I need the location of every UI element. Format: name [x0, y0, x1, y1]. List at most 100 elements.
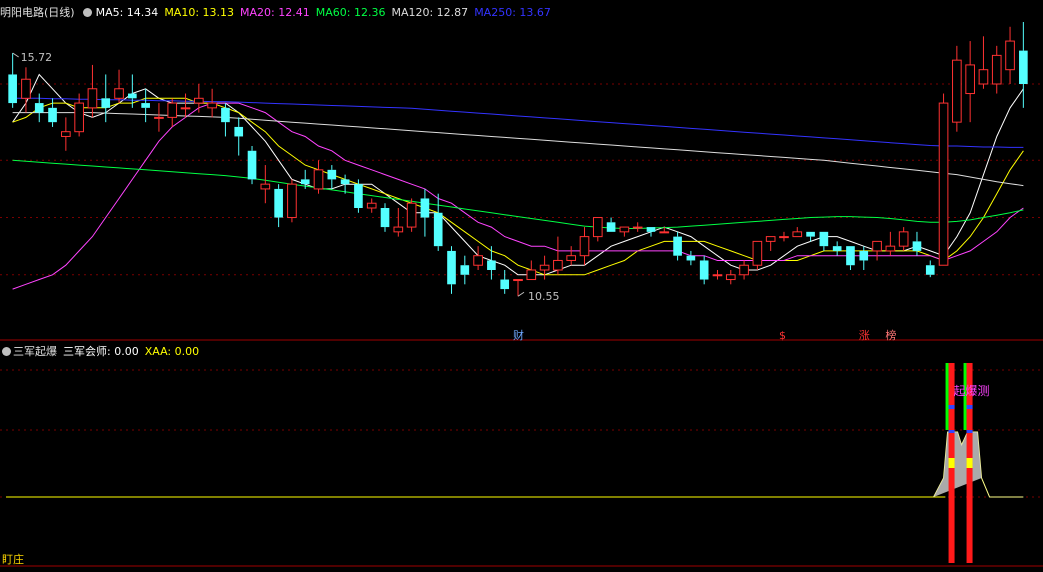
- candle-body-up: [752, 240, 763, 266]
- candle: [447, 246, 456, 294]
- sub-toggle-icon[interactable]: [2, 347, 11, 356]
- candle-body-down: [646, 227, 656, 232]
- signal-spike-mark: [948, 405, 955, 409]
- candle-body-down: [327, 169, 337, 180]
- candle: [406, 198, 417, 232]
- sub-chart-title: 三军起爆: [13, 345, 57, 358]
- candle-body-up: [167, 102, 178, 118]
- candle-body-up: [313, 169, 324, 190]
- candle-body-down: [48, 107, 57, 123]
- candle-body-down: [420, 198, 430, 218]
- candle-body-up: [539, 264, 550, 271]
- watch-button[interactable]: 盯庄: [2, 551, 24, 567]
- ma-line-ma10: [12, 97, 1024, 276]
- ma-legend-item: MA250: 13.67: [474, 6, 551, 19]
- candle-body-down: [673, 236, 682, 256]
- ma-legend-item: MA20: 12.41: [240, 6, 310, 19]
- candle: [938, 93, 949, 266]
- candle: [274, 184, 283, 228]
- low-marker: [517, 291, 525, 297]
- candle: [673, 231, 682, 261]
- candle: [1019, 22, 1028, 108]
- candle: [8, 53, 17, 108]
- sub-chart-header: 三军起爆 三军会师: 0.00 XAA: 0.00: [0, 343, 211, 361]
- candle-body-down: [141, 103, 150, 108]
- ma-line-ma120: [12, 112, 1024, 187]
- signal-spike-mark: [966, 405, 973, 409]
- candle-body-down: [8, 74, 17, 104]
- candle: [819, 231, 829, 251]
- candle-body-up: [739, 264, 749, 276]
- candle: [354, 179, 363, 213]
- candle: [526, 260, 537, 281]
- candlesticks: [8, 22, 1028, 297]
- event-label: 财: [513, 328, 524, 342]
- candle: [154, 103, 164, 132]
- candle-body-up: [619, 226, 630, 233]
- candle-body-down: [380, 208, 390, 228]
- candle: [260, 165, 271, 204]
- candle: [74, 93, 84, 137]
- candle: [725, 270, 736, 285]
- candle: [539, 255, 550, 280]
- event-label: 涨: [859, 329, 870, 342]
- candle-body-up: [406, 202, 417, 228]
- ma-legend-item: MA120: 12.87: [391, 6, 469, 19]
- event-label: 榜: [885, 328, 896, 342]
- candle: [313, 160, 324, 194]
- candle: [699, 255, 709, 285]
- candle-body-up: [74, 102, 84, 133]
- signal-bar: [945, 363, 949, 430]
- candle-body-down: [221, 107, 230, 123]
- candle: [925, 260, 935, 278]
- candle: [366, 198, 377, 213]
- candle-body-up: [366, 202, 377, 209]
- candle-body-up: [393, 226, 404, 233]
- candle: [712, 270, 723, 280]
- candle-body-down: [234, 126, 244, 137]
- candle-body-down: [101, 98, 111, 108]
- candle-body-up: [592, 217, 603, 238]
- sub-legend: 三军会师: 0.00 XAA: 0.00: [63, 345, 205, 358]
- candle-body-up: [779, 236, 789, 239]
- candle-body-up: [872, 240, 882, 252]
- sub-legend-item: XAA: 0.00: [144, 345, 200, 358]
- sub-chart: 起爆测: [6, 363, 1024, 563]
- candle: [553, 236, 563, 275]
- ma-legend-item: MA5: 14.34: [95, 6, 159, 19]
- candle: [606, 217, 616, 232]
- candle: [686, 250, 696, 266]
- candle: [340, 174, 350, 194]
- settings-toggle-icon[interactable]: [82, 8, 92, 17]
- candle-body-down: [912, 241, 922, 251]
- candle: [846, 246, 855, 270]
- candle-body-down: [500, 279, 510, 290]
- candle: [566, 246, 577, 266]
- candle-body-up: [632, 226, 643, 229]
- candle: [420, 188, 430, 237]
- candle: [579, 227, 590, 266]
- signal-spike-mark: [966, 458, 973, 468]
- xaa-surge-fill: [933, 432, 982, 497]
- ma-line-ma20: [12, 102, 1024, 290]
- candle: [327, 165, 337, 189]
- high-marker: [12, 52, 19, 58]
- low-price-label: 10.55: [528, 290, 560, 303]
- signal-spike-mark: [966, 430, 973, 433]
- candle-body-down: [34, 103, 44, 113]
- candle: [898, 227, 909, 251]
- candle-body-down: [699, 260, 709, 280]
- candle: [207, 88, 217, 118]
- ma-line-ma250: [12, 97, 1024, 148]
- candle-body-up: [260, 183, 271, 190]
- candle: [473, 246, 483, 270]
- candle-body-up: [938, 102, 949, 266]
- candle: [872, 240, 882, 261]
- candle-body-up: [1005, 40, 1015, 71]
- signal-annotation: 起爆测: [954, 384, 990, 398]
- candle: [21, 67, 31, 113]
- candle-body-up: [725, 274, 736, 281]
- candle: [500, 270, 510, 294]
- candle-body-up: [194, 97, 204, 104]
- candle: [885, 231, 896, 256]
